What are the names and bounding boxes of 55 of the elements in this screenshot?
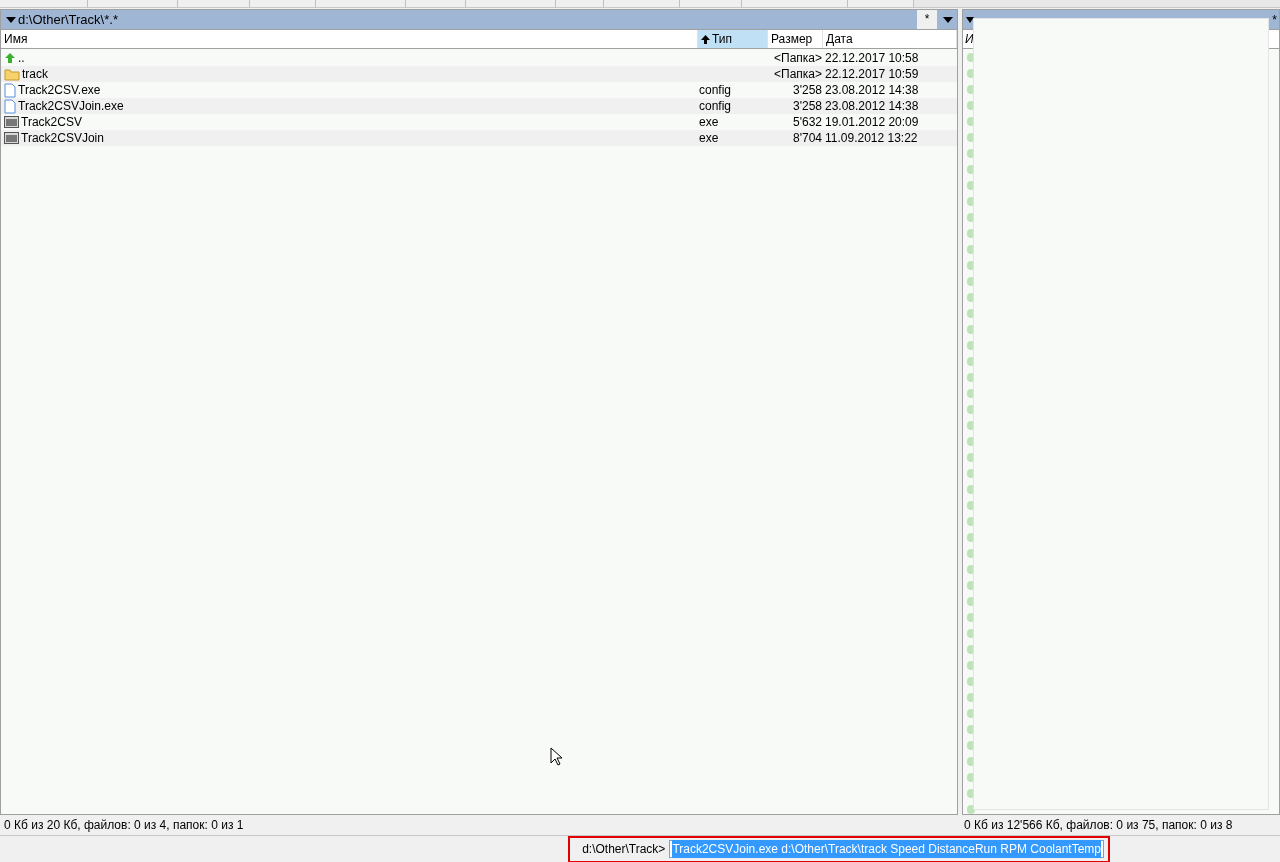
tab[interactable] <box>0 0 88 7</box>
program-icon <box>4 132 19 144</box>
file-date: 19.01.2012 20:09 <box>825 115 919 129</box>
file-size: 3'258 <box>793 99 822 113</box>
file-type: config <box>699 99 732 113</box>
path-text: d:\Other\Track\*.* <box>18 10 119 29</box>
document-icon <box>4 98 16 114</box>
tab[interactable] <box>604 0 680 7</box>
tab[interactable] <box>88 0 178 7</box>
file-date: 11.09.2012 13:22 <box>825 131 918 145</box>
file-type: config <box>699 83 732 97</box>
tab[interactable] <box>466 0 556 7</box>
status-text: 0 Кб из 12'566 Кб, файлов: 0 из 75, папок: 0 из 8 <box>963 817 1234 834</box>
dropdown-icon[interactable] <box>966 16 974 23</box>
file-date: 22.12.2017 10:59 <box>825 67 919 81</box>
tab[interactable] <box>556 0 604 7</box>
folder-icon <box>4 67 20 81</box>
tab[interactable] <box>680 0 742 7</box>
tab[interactable] <box>316 0 406 7</box>
tab[interactable] <box>848 0 914 7</box>
file-type: exe <box>699 115 719 129</box>
mouse-cursor-icon <box>550 747 563 766</box>
file-size: 8'704 <box>793 131 822 145</box>
command-prompt: d:\Other\Track> <box>582 841 666 858</box>
file-size: 5'632 <box>793 115 822 129</box>
status-text: 0 Кб из 20 Кб, файлов: 0 из 4, папок: 0 из 1 <box>3 817 245 834</box>
column-header[interactable]: Тип <box>698 30 768 48</box>
tab[interactable] <box>250 0 316 7</box>
file-name[interactable]: track <box>22 65 48 83</box>
file-name[interactable]: .. <box>18 49 25 67</box>
filter-button[interactable]: * <box>917 10 937 29</box>
file-name[interactable]: Track2CSVJoin <box>21 129 104 147</box>
file-name[interactable]: Track2CSVJoin.exe <box>18 97 124 115</box>
dropdown-icon[interactable] <box>6 16 16 23</box>
file-date: 23.08.2012 14:38 <box>825 83 919 97</box>
tab[interactable] <box>178 0 250 7</box>
file-size: <Папка> <box>774 67 822 81</box>
filter-button[interactable]: * <box>1272 10 1277 29</box>
dropdown-icon[interactable] <box>943 16 953 23</box>
file-date: 23.08.2012 14:38 <box>825 99 919 113</box>
sort-arrow-icon <box>701 34 710 44</box>
column-header[interactable]: И <box>965 30 974 48</box>
up-arrow-icon <box>4 52 16 64</box>
column-header[interactable]: Размер <box>768 30 823 48</box>
column-header[interactable]: Дата <box>823 30 957 48</box>
file-size: <Папка> <box>774 51 822 65</box>
file-name[interactable]: Track2CSV <box>21 113 82 131</box>
file-type: exe <box>699 131 719 145</box>
document-icon <box>4 82 16 98</box>
file-size: 3'258 <box>793 83 822 97</box>
tab[interactable] <box>742 0 848 7</box>
tab[interactable] <box>406 0 466 7</box>
file-date: 22.12.2017 10:58 <box>825 51 919 65</box>
program-icon <box>4 116 19 128</box>
file-name[interactable]: Track2CSV.exe <box>18 81 101 99</box>
